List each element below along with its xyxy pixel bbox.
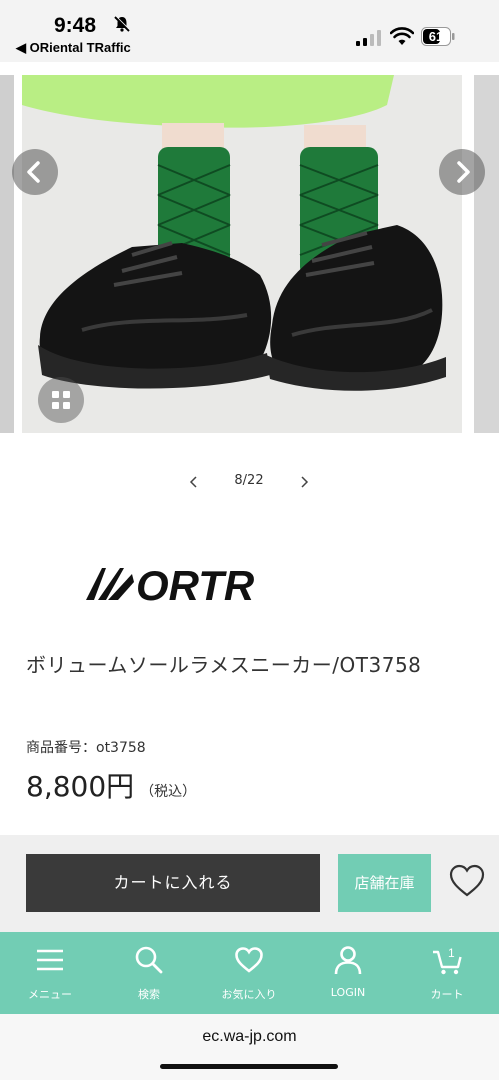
back-to-app-link[interactable]: ◀ ORiental TRaffic bbox=[16, 40, 131, 56]
nav-cart[interactable]: 1 カート bbox=[407, 932, 487, 1014]
nav-cart-label: カート bbox=[430, 988, 464, 1001]
battery-level: 61 bbox=[428, 29, 444, 44]
add-favorite-button[interactable] bbox=[446, 861, 488, 901]
product-title: ボリュームソールラメスニーカー/OT3758 bbox=[26, 653, 422, 677]
image-page-indicator: 8/22 bbox=[234, 473, 264, 488]
pager-next-icon[interactable] bbox=[296, 472, 312, 492]
sku-value: ot3758 bbox=[96, 740, 146, 756]
svg-text:ORTR: ORTR bbox=[136, 562, 255, 609]
pager-prev-icon[interactable] bbox=[186, 472, 202, 492]
heart-icon bbox=[449, 864, 485, 897]
nav-favorites-label: お気に入り bbox=[221, 988, 277, 1001]
ortr-logo: ORTR bbox=[86, 562, 255, 609]
product-sku-row: 商品番号：ot3758 bbox=[26, 737, 146, 757]
cellular-signal-icon bbox=[356, 30, 381, 46]
wifi-icon bbox=[390, 27, 414, 45]
sneaker-photo-illustration bbox=[22, 75, 462, 433]
nav-login[interactable]: LOGIN bbox=[308, 932, 388, 1014]
user-icon bbox=[334, 946, 362, 975]
nav-favorites[interactable]: お気に入り bbox=[209, 932, 289, 1014]
nav-menu[interactable]: メニュー bbox=[10, 932, 90, 1014]
product-photo[interactable] bbox=[22, 75, 462, 433]
bell-muted-icon bbox=[114, 15, 131, 32]
nav-search[interactable]: 検索 bbox=[109, 932, 189, 1014]
heart-icon bbox=[235, 947, 263, 973]
previous-slide-peek[interactable] bbox=[0, 75, 14, 433]
search-icon bbox=[135, 946, 163, 974]
menu-icon bbox=[37, 949, 63, 971]
product-price: 8,800円 bbox=[26, 770, 135, 803]
browser-url[interactable]: ec.wa-jp.com bbox=[0, 1028, 499, 1046]
bottom-navigation: メニュー 検索 お気に入り LOGIN 1 カート bbox=[0, 932, 499, 1014]
status-time: 9:48 bbox=[54, 14, 97, 37]
brand-logo[interactable]: ORTR bbox=[84, 560, 294, 610]
add-to-cart-button[interactable]: カートに入れる bbox=[26, 854, 320, 912]
chevron-left-icon bbox=[27, 161, 40, 183]
nav-menu-label: メニュー bbox=[28, 988, 72, 1001]
nav-search-label: 検索 bbox=[138, 988, 160, 1001]
tax-note: （税込） bbox=[140, 784, 197, 800]
price-row: 8,800円 （税込） bbox=[26, 765, 196, 805]
photo-next-button[interactable] bbox=[439, 149, 485, 195]
gallery-grid-button[interactable] bbox=[38, 377, 84, 423]
next-slide-peek[interactable] bbox=[474, 75, 499, 433]
cart-icon: 1 bbox=[433, 946, 462, 975]
home-indicator[interactable] bbox=[160, 1064, 338, 1069]
chevron-right-icon bbox=[457, 161, 470, 183]
grid-icon bbox=[52, 391, 70, 409]
store-stock-button[interactable]: 店舗在庫 bbox=[338, 854, 431, 912]
cart-count-badge: 1 bbox=[448, 946, 455, 960]
browser-address-bar[interactable] bbox=[0, 1014, 499, 1080]
nav-login-label: LOGIN bbox=[330, 986, 366, 999]
sku-label: 商品番号： bbox=[26, 740, 96, 756]
photo-prev-button[interactable] bbox=[12, 149, 58, 195]
